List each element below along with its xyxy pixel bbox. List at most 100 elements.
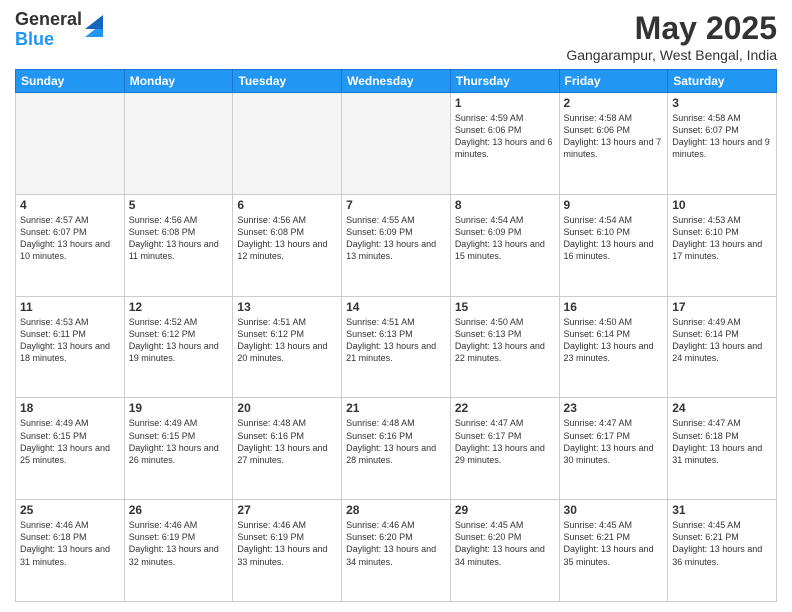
calendar-cell: 23 Sunrise: 4:47 AM Sunset: 6:17 PM Dayli… <box>559 398 668 500</box>
calendar-title: May 2025 <box>566 10 777 47</box>
calendar-cell <box>16 93 125 195</box>
calendar-cell: 27 Sunrise: 4:46 AM Sunset: 6:19 PM Dayli… <box>233 500 342 602</box>
day-number: 17 <box>672 300 772 314</box>
day-number: 25 <box>20 503 120 517</box>
day-info: Sunrise: 4:58 AM Sunset: 6:07 PM Dayligh… <box>672 112 772 161</box>
day-number: 1 <box>455 96 555 110</box>
day-info: Sunrise: 4:54 AM Sunset: 6:09 PM Dayligh… <box>455 214 555 263</box>
col-thursday: Thursday <box>450 70 559 93</box>
day-number: 7 <box>346 198 446 212</box>
day-number: 2 <box>564 96 664 110</box>
day-info: Sunrise: 4:47 AM Sunset: 6:17 PM Dayligh… <box>455 417 555 466</box>
calendar-cell: 13 Sunrise: 4:51 AM Sunset: 6:12 PM Dayli… <box>233 296 342 398</box>
calendar-cell: 18Sunrise: 4:49 AM Sunset: 6:15 PM Dayli… <box>16 398 125 500</box>
day-number: 9 <box>564 198 664 212</box>
day-info: Sunrise: 4:46 AM Sunset: 6:20 PM Dayligh… <box>346 519 446 568</box>
col-sunday: Sunday <box>16 70 125 93</box>
day-info: Sunrise: 4:56 AM Sunset: 6:08 PM Dayligh… <box>237 214 337 263</box>
day-number: 28 <box>346 503 446 517</box>
calendar-cell: 29 Sunrise: 4:45 AM Sunset: 6:20 PM Dayli… <box>450 500 559 602</box>
calendar-cell: 10Sunrise: 4:53 AM Sunset: 6:10 PM Dayli… <box>668 194 777 296</box>
day-info: Sunrise: 4:57 AM Sunset: 6:07 PM Dayligh… <box>20 214 120 263</box>
day-number: 10 <box>672 198 772 212</box>
calendar-cell <box>342 93 451 195</box>
calendar-cell: 20 Sunrise: 4:48 AM Sunset: 6:16 PM Dayli… <box>233 398 342 500</box>
day-info: Sunrise: 4:46 AM Sunset: 6:18 PM Dayligh… <box>20 519 120 568</box>
day-info: Sunrise: 4:49 AM Sunset: 6:15 PM Dayligh… <box>129 417 229 466</box>
day-info: Sunrise: 4:52 AM Sunset: 6:12 PM Dayligh… <box>129 316 229 365</box>
calendar-cell: 14 Sunrise: 4:51 AM Sunset: 6:13 PM Dayli… <box>342 296 451 398</box>
week-row-2: 11Sunrise: 4:53 AM Sunset: 6:11 PM Dayli… <box>16 296 777 398</box>
day-info: Sunrise: 4:47 AM Sunset: 6:17 PM Dayligh… <box>564 417 664 466</box>
calendar-cell: 22 Sunrise: 4:47 AM Sunset: 6:17 PM Dayli… <box>450 398 559 500</box>
day-number: 8 <box>455 198 555 212</box>
calendar-cell: 21 Sunrise: 4:48 AM Sunset: 6:16 PM Dayli… <box>342 398 451 500</box>
day-number: 23 <box>564 401 664 415</box>
day-info: Sunrise: 4:48 AM Sunset: 6:16 PM Dayligh… <box>346 417 446 466</box>
day-info: Sunrise: 4:56 AM Sunset: 6:08 PM Dayligh… <box>129 214 229 263</box>
col-tuesday: Tuesday <box>233 70 342 93</box>
day-number: 13 <box>237 300 337 314</box>
day-number: 18 <box>20 401 120 415</box>
day-number: 3 <box>672 96 772 110</box>
title-block: May 2025 Gangarampur, West Bengal, India <box>566 10 777 63</box>
day-number: 27 <box>237 503 337 517</box>
calendar-table: Sunday Monday Tuesday Wednesday Thursday… <box>15 69 777 602</box>
day-number: 4 <box>20 198 120 212</box>
col-saturday: Saturday <box>668 70 777 93</box>
calendar-cell: 4 Sunrise: 4:57 AM Sunset: 6:07 PM Daylig… <box>16 194 125 296</box>
calendar-subtitle: Gangarampur, West Bengal, India <box>566 47 777 63</box>
logo-blue: Blue <box>15 29 54 49</box>
logo: General Blue <box>15 10 103 50</box>
day-number: 22 <box>455 401 555 415</box>
calendar-cell: 25 Sunrise: 4:46 AM Sunset: 6:18 PM Dayli… <box>16 500 125 602</box>
day-info: Sunrise: 4:50 AM Sunset: 6:14 PM Dayligh… <box>564 316 664 365</box>
day-number: 21 <box>346 401 446 415</box>
day-info: Sunrise: 4:53 AM Sunset: 6:11 PM Dayligh… <box>20 316 120 365</box>
day-info: Sunrise: 4:49 AM Sunset: 6:14 PM Dayligh… <box>672 316 772 365</box>
week-row-4: 25 Sunrise: 4:46 AM Sunset: 6:18 PM Dayli… <box>16 500 777 602</box>
day-number: 29 <box>455 503 555 517</box>
day-info: Sunrise: 4:58 AM Sunset: 6:06 PM Dayligh… <box>564 112 664 161</box>
calendar-cell: 24Sunrise: 4:47 AM Sunset: 6:18 PM Dayli… <box>668 398 777 500</box>
day-number: 26 <box>129 503 229 517</box>
day-number: 16 <box>564 300 664 314</box>
calendar-cell: 2 Sunrise: 4:58 AM Sunset: 6:06 PM Daylig… <box>559 93 668 195</box>
day-info: Sunrise: 4:45 AM Sunset: 6:21 PM Dayligh… <box>672 519 772 568</box>
calendar-cell: 9 Sunrise: 4:54 AM Sunset: 6:10 PM Daylig… <box>559 194 668 296</box>
calendar-cell: 28 Sunrise: 4:46 AM Sunset: 6:20 PM Dayli… <box>342 500 451 602</box>
day-info: Sunrise: 4:51 AM Sunset: 6:12 PM Dayligh… <box>237 316 337 365</box>
calendar-cell: 3 Sunrise: 4:58 AM Sunset: 6:07 PM Daylig… <box>668 93 777 195</box>
logo-text: General Blue <box>15 10 103 50</box>
day-info: Sunrise: 4:55 AM Sunset: 6:09 PM Dayligh… <box>346 214 446 263</box>
calendar-cell: 15 Sunrise: 4:50 AM Sunset: 6:13 PM Dayli… <box>450 296 559 398</box>
day-number: 5 <box>129 198 229 212</box>
day-number: 6 <box>237 198 337 212</box>
day-info: Sunrise: 4:54 AM Sunset: 6:10 PM Dayligh… <box>564 214 664 263</box>
calendar-cell: 7 Sunrise: 4:55 AM Sunset: 6:09 PM Daylig… <box>342 194 451 296</box>
day-number: 14 <box>346 300 446 314</box>
calendar-cell <box>233 93 342 195</box>
calendar-cell: 8 Sunrise: 4:54 AM Sunset: 6:09 PM Daylig… <box>450 194 559 296</box>
day-info: Sunrise: 4:45 AM Sunset: 6:20 PM Dayligh… <box>455 519 555 568</box>
day-info: Sunrise: 4:51 AM Sunset: 6:13 PM Dayligh… <box>346 316 446 365</box>
day-info: Sunrise: 4:59 AM Sunset: 6:06 PM Dayligh… <box>455 112 555 161</box>
calendar-cell: 12 Sunrise: 4:52 AM Sunset: 6:12 PM Dayli… <box>124 296 233 398</box>
header: General Blue May 2025 Gangarampur, West … <box>15 10 777 63</box>
day-number: 12 <box>129 300 229 314</box>
day-number: 20 <box>237 401 337 415</box>
week-row-1: 4 Sunrise: 4:57 AM Sunset: 6:07 PM Daylig… <box>16 194 777 296</box>
day-info: Sunrise: 4:50 AM Sunset: 6:13 PM Dayligh… <box>455 316 555 365</box>
day-info: Sunrise: 4:48 AM Sunset: 6:16 PM Dayligh… <box>237 417 337 466</box>
calendar-cell: 5 Sunrise: 4:56 AM Sunset: 6:08 PM Daylig… <box>124 194 233 296</box>
calendar-cell: 19 Sunrise: 4:49 AM Sunset: 6:15 PM Dayli… <box>124 398 233 500</box>
day-info: Sunrise: 4:46 AM Sunset: 6:19 PM Dayligh… <box>237 519 337 568</box>
week-row-0: 1 Sunrise: 4:59 AM Sunset: 6:06 PM Daylig… <box>16 93 777 195</box>
day-info: Sunrise: 4:46 AM Sunset: 6:19 PM Dayligh… <box>129 519 229 568</box>
day-number: 15 <box>455 300 555 314</box>
day-number: 19 <box>129 401 229 415</box>
logo-icon <box>85 15 103 37</box>
header-row: Sunday Monday Tuesday Wednesday Thursday… <box>16 70 777 93</box>
page: General Blue May 2025 Gangarampur, West … <box>0 0 792 612</box>
calendar-cell: 26 Sunrise: 4:46 AM Sunset: 6:19 PM Dayli… <box>124 500 233 602</box>
